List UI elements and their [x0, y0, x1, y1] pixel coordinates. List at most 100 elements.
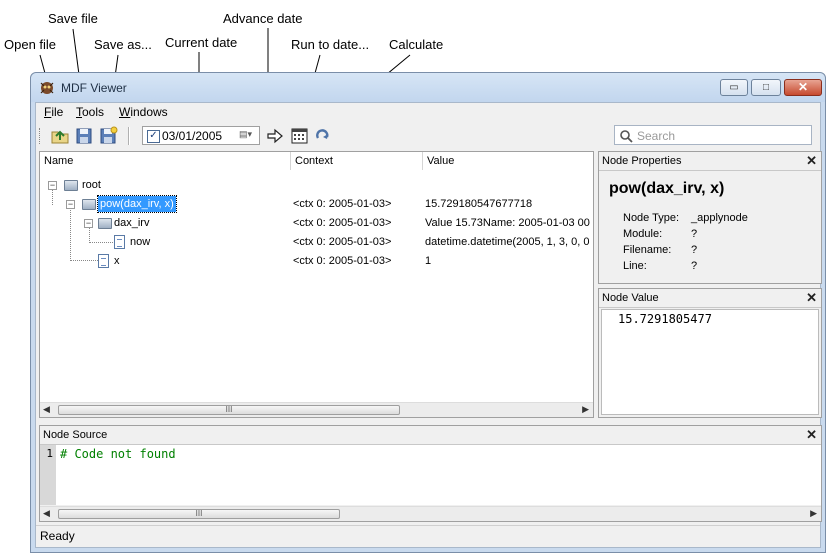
prop-value: ?	[691, 260, 698, 272]
tree-row-value: 15.729180547677718	[425, 198, 533, 210]
node-value-text: 15.7291805477	[618, 312, 712, 326]
search-icon	[620, 130, 633, 143]
current-date-value[interactable]: 03/01/2005	[162, 129, 222, 143]
window-title: MDF Viewer	[61, 81, 127, 95]
column-header-context[interactable]: Context	[291, 152, 423, 170]
prop-label: Node Type:	[623, 212, 680, 224]
tree-horizontal-scrollbar[interactable]: ◀ III ▶	[40, 402, 593, 417]
tree-row-context: <ctx 0: 2005-01-03>	[293, 198, 392, 210]
calendar-dropdown-icon[interactable]: ▤▾	[239, 129, 259, 143]
node-value-textbox[interactable]: 15.7291805477	[601, 309, 819, 415]
tree-row-name: x	[114, 255, 120, 267]
app-icon	[40, 82, 54, 94]
menu-file-label: ile	[51, 105, 64, 119]
scroll-left-icon[interactable]: ◀	[43, 404, 50, 415]
minimize-button[interactable]: ▭	[720, 79, 748, 96]
menu-bar: File Tools Windows	[36, 103, 820, 122]
prop-value: ?	[691, 244, 698, 256]
title-bar[interactable]: MDF Viewer ▭ □ ✕	[31, 73, 825, 102]
tree-row[interactable]: − dax_irv <ctx 0: 2005-01-03> Value 15.7…	[40, 214, 593, 232]
close-panel-icon[interactable]: ✕	[806, 289, 817, 307]
node-title: pow(dax_irv, x)	[609, 180, 725, 197]
node-value-title: Node Value	[602, 292, 659, 304]
maximize-icon: □	[762, 82, 770, 93]
node-source-panel: Node Source ✕ 1 # Code not found ◀ III ▶	[39, 425, 822, 522]
node-value-header: Node Value ✕	[599, 289, 821, 308]
node-properties-title: Node Properties	[602, 155, 682, 167]
tree-row-context: <ctx 0: 2005-01-03>	[293, 236, 392, 248]
tree-row[interactable]: now <ctx 0: 2005-01-03> datetime.datetim…	[40, 233, 593, 251]
node-source-header: Node Source ✕	[40, 426, 821, 445]
column-header-value[interactable]: Value	[423, 152, 593, 170]
toolbar-separator	[128, 127, 130, 145]
node-tree-panel: Name Context Value − root − pow(dax_irv,…	[39, 151, 594, 418]
toolbar-grip[interactable]	[39, 128, 42, 144]
line-gutter: 1	[40, 445, 56, 505]
node-properties-header: Node Properties ✕	[599, 152, 821, 171]
run-to-date-icon[interactable]	[289, 126, 309, 146]
menu-windows-label: indows	[130, 105, 168, 119]
node-properties-panel: Node Properties ✕ pow(dax_irv, x) Node T…	[598, 151, 822, 284]
date-enabled-checkbox[interactable]: ✓	[147, 130, 160, 143]
save-file-icon[interactable]	[74, 126, 94, 146]
folder-icon	[82, 199, 96, 210]
prop-label: Filename:	[623, 244, 672, 256]
code-editor[interactable]: 1 # Code not found	[40, 445, 821, 505]
folder-icon	[98, 218, 112, 229]
prop-label: Line:	[623, 260, 647, 272]
close-panel-icon[interactable]: ✕	[806, 426, 817, 444]
node-value-panel: Node Value ✕ 15.7291805477	[598, 288, 822, 418]
maximize-button[interactable]: □	[751, 79, 781, 96]
file-icon	[114, 235, 125, 249]
prop-value: _applynode	[691, 212, 748, 224]
tree-row-name: root	[82, 179, 101, 191]
tree-row-value: datetime.datetime(2005, 1, 3, 0, 0	[425, 236, 590, 248]
tree-row-value: Value 15.73Name: 2005-01-03 00	[425, 217, 590, 229]
file-icon	[98, 254, 109, 268]
menu-tools-label: ools	[82, 105, 105, 119]
tree-row-name: now	[130, 236, 151, 248]
node-source-title: Node Source	[43, 429, 108, 441]
scroll-right-icon[interactable]: ▶	[810, 508, 817, 519]
source-horizontal-scrollbar[interactable]: ◀ III ▶	[40, 506, 821, 521]
tree-row[interactable]: x <ctx 0: 2005-01-03> 1	[40, 252, 593, 270]
menu-windows-accel: W	[119, 105, 131, 119]
scroll-right-icon[interactable]: ▶	[582, 404, 589, 415]
prop-label: Module:	[623, 228, 663, 240]
collapse-icon[interactable]: −	[48, 181, 57, 190]
minimize-icon: ▭	[729, 82, 739, 93]
current-date-picker[interactable]: ✓ 03/01/2005 ▤▾	[142, 126, 260, 145]
open-file-icon[interactable]	[50, 126, 70, 146]
tree-row[interactable]: − root	[40, 176, 593, 194]
menu-file[interactable]: File	[44, 105, 63, 119]
collapse-icon[interactable]: −	[66, 200, 75, 209]
line-number: 1	[46, 447, 53, 460]
search-placeholder: Search	[637, 129, 676, 143]
close-panel-icon[interactable]: ✕	[806, 152, 817, 170]
app-window: MDF Viewer ▭ □ ✕ File Tools Windows ✓ 03…	[30, 72, 826, 553]
calculate-icon[interactable]	[313, 126, 333, 146]
tree-row-name: dax_irv	[114, 217, 150, 229]
folder-icon	[64, 180, 78, 191]
toolbar: ✓ 03/01/2005 ▤▾ Search	[36, 123, 820, 149]
save-as-icon[interactable]	[98, 126, 118, 146]
menu-tools[interactable]: Tools	[76, 105, 104, 119]
status-text: Ready	[40, 529, 75, 543]
scroll-left-icon[interactable]: ◀	[43, 508, 50, 519]
code-text: # Code not found	[60, 447, 176, 461]
scrollbar-thumb[interactable]: III	[58, 509, 340, 519]
tree-row[interactable]: − pow(dax_irv, x) <ctx 0: 2005-01-03> 15…	[40, 195, 593, 213]
close-button[interactable]: ✕	[784, 79, 822, 96]
tree-row-name-selected: pow(dax_irv, x)	[97, 195, 177, 213]
search-input[interactable]: Search	[614, 125, 812, 145]
window-body: File Tools Windows ✓ 03/01/2005 ▤▾ Searc…	[35, 102, 822, 548]
tree-row-context: <ctx 0: 2005-01-03>	[293, 255, 392, 267]
column-header-name[interactable]: Name	[40, 152, 291, 170]
status-bar: Ready	[36, 525, 820, 547]
advance-date-icon[interactable]	[265, 126, 285, 146]
close-icon: ✕	[797, 80, 809, 94]
scrollbar-thumb[interactable]: III	[58, 405, 400, 415]
menu-windows[interactable]: Windows	[119, 105, 168, 119]
collapse-icon[interactable]: −	[84, 219, 93, 228]
tree-row-value: 1	[425, 255, 432, 267]
